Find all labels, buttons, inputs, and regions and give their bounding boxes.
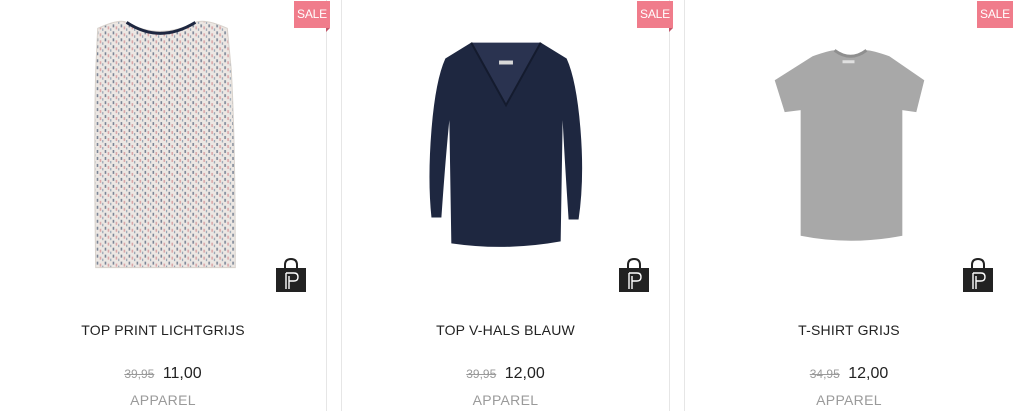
price-row: 39,95 12,00 bbox=[342, 365, 669, 383]
old-price: 34,95 bbox=[809, 367, 840, 381]
product-category[interactable]: APPAREL bbox=[685, 392, 1013, 408]
shopping-bag-icon[interactable] bbox=[619, 258, 649, 292]
product-image[interactable] bbox=[685, 10, 1013, 280]
price-row: 39,95 11,00 bbox=[0, 365, 326, 383]
product-title[interactable]: TOP V-HALS BLAUW bbox=[342, 322, 669, 338]
sale-price: 11,00 bbox=[162, 365, 202, 382]
product-title[interactable]: T-SHIRT GRIJS bbox=[685, 322, 1013, 338]
product-category[interactable]: APPAREL bbox=[0, 392, 326, 408]
product-category[interactable]: APPAREL bbox=[342, 392, 669, 408]
product-card[interactable]: SALE T-SHIRT GRIJS 34,95 12,00 APPAREL bbox=[684, 0, 1013, 411]
product-card[interactable]: SALE TOP PRINT LICHTGRIJS 39,95 11,00 AP… bbox=[0, 0, 330, 411]
price-row: 34,95 12,00 bbox=[685, 365, 1013, 383]
old-price: 39,95 bbox=[124, 367, 155, 381]
product-grid: SALE TOP PRINT LICHTGRIJS 39,95 11,00 AP… bbox=[0, 0, 1013, 411]
product-title[interactable]: TOP PRINT LICHTGRIJS bbox=[0, 322, 326, 338]
sale-price: 12,00 bbox=[848, 365, 889, 382]
old-price: 39,95 bbox=[466, 367, 497, 381]
shopping-bag-icon[interactable] bbox=[276, 258, 306, 292]
shopping-bag-icon[interactable] bbox=[963, 258, 993, 292]
product-image[interactable] bbox=[342, 10, 669, 280]
product-card[interactable]: SALE TOP V-HALS BLAUW 39,95 12,00 APPARE… bbox=[341, 0, 673, 411]
sale-price: 12,00 bbox=[504, 365, 545, 382]
product-image[interactable] bbox=[0, 10, 326, 280]
